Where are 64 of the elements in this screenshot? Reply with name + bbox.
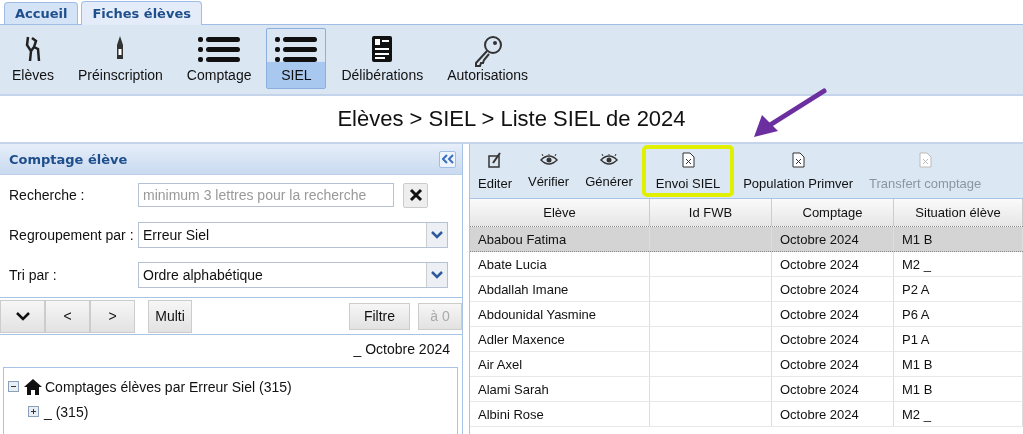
field-label: Recherche : bbox=[9, 187, 86, 203]
table-cell: M2 _ bbox=[902, 256, 931, 272]
tab[interactable]: Accueil bbox=[4, 2, 79, 24]
field-label: Regroupement par : bbox=[9, 227, 135, 243]
ribbon-button[interactable]: Elèves bbox=[3, 28, 64, 89]
column-header[interactable]: Elève bbox=[470, 199, 650, 226]
ribbon-button[interactable]: Préinscription bbox=[69, 28, 172, 89]
tree-item[interactable]: Comptages élèves par Erreur Siel (315) bbox=[45, 378, 292, 395]
table-cell: Ababou Fatima bbox=[478, 231, 567, 247]
table-cell: M1 B bbox=[902, 231, 933, 247]
table-row[interactable]: Ababou Fatima Octobre 2024 M1 B bbox=[470, 227, 1023, 252]
table-row[interactable]: Abdounidal Yasmine Octobre 2024 P6 A bbox=[470, 302, 1023, 327]
toolbar-button[interactable]: Générer bbox=[577, 144, 641, 198]
table-cell: Octobre 2024 bbox=[780, 331, 859, 347]
period-label: _ Octobre 2024 bbox=[353, 341, 450, 357]
ribbon-button[interactable]: Délibérations bbox=[332, 28, 433, 89]
tab[interactable]: Fiches élèves bbox=[81, 1, 202, 25]
panel-title: Comptage élève bbox=[9, 151, 128, 167]
table-row[interactable]: Adler Maxence Octobre 2024 P1 A bbox=[470, 327, 1023, 352]
table-cell: M1 B bbox=[902, 356, 933, 372]
table-cell: Abdounidal Yasmine bbox=[478, 306, 597, 322]
table-cell: Air Axel bbox=[478, 356, 523, 372]
table-cell: Octobre 2024 bbox=[780, 406, 859, 422]
toolbar-button[interactable]: Editer bbox=[470, 144, 520, 198]
toolbar-button[interactable]: Population Primver bbox=[735, 144, 861, 198]
ribbon-button[interactable]: SIEL bbox=[266, 28, 327, 89]
table-cell: Albini Rose bbox=[478, 406, 544, 422]
table-row[interactable]: Albini Rose Octobre 2024 M2 _ bbox=[470, 402, 1023, 427]
table-row[interactable]: Alami Sarah Octobre 2024 M1 B bbox=[470, 377, 1023, 402]
column-header[interactable]: Comptage bbox=[772, 199, 894, 226]
multi-button[interactable]: Multi bbox=[148, 299, 192, 333]
toolbar-button[interactable]: Envoi SIEL bbox=[640, 144, 736, 198]
table-cell: Octobre 2024 bbox=[780, 231, 859, 247]
table-row[interactable]: Air Axel Octobre 2024 M1 B bbox=[470, 352, 1023, 377]
table-cell: Abate Lucia bbox=[478, 256, 547, 272]
field-label: Tri par : bbox=[9, 267, 58, 283]
table-cell: P1 A bbox=[902, 331, 930, 347]
column-header[interactable]: Situation élève bbox=[894, 199, 1023, 226]
nav-button[interactable]: < bbox=[45, 299, 90, 333]
table-cell: Octobre 2024 bbox=[780, 256, 859, 272]
sort-dropdown[interactable]: Ordre alphabétique bbox=[138, 262, 448, 288]
nav-button[interactable]: > bbox=[90, 299, 135, 333]
table-cell: Abdallah Imane bbox=[478, 281, 569, 297]
table-cell: Octobre 2024 bbox=[780, 281, 859, 297]
table-cell: M2 _ bbox=[902, 406, 931, 422]
table-cell: Octobre 2024 bbox=[780, 306, 859, 322]
search-field[interactable]: minimum 3 lettres pour la recherche bbox=[138, 183, 394, 207]
table-row[interactable]: Abdallah Imane Octobre 2024 P2 A bbox=[470, 277, 1023, 302]
tree-item[interactable]: _ (315) bbox=[44, 403, 89, 420]
page-title: Elèves > SIEL > Liste SIEL de 2024 bbox=[337, 106, 686, 132]
ribbon-button[interactable]: Comptage bbox=[177, 28, 261, 89]
filter-button[interactable]: Filtre bbox=[349, 302, 410, 330]
table-cell: Octobre 2024 bbox=[780, 381, 859, 397]
table-row[interactable]: Abate Lucia Octobre 2024 M2 _ bbox=[470, 252, 1023, 277]
table-cell: P6 A bbox=[902, 306, 930, 322]
ribbon-button[interactable]: Autorisations bbox=[438, 28, 538, 89]
table-cell: Alami Sarah bbox=[478, 381, 549, 397]
table-cell: P2 A bbox=[902, 281, 930, 297]
table-cell: Octobre 2024 bbox=[780, 356, 859, 372]
table-cell: Adler Maxence bbox=[478, 331, 565, 347]
table-cell: M1 B bbox=[902, 381, 933, 397]
toolbar-button[interactable]: Vérifier bbox=[519, 144, 578, 198]
column-header[interactable]: Id FWB bbox=[650, 199, 772, 226]
group-by-dropdown[interactable]: Erreur Siel bbox=[138, 222, 448, 248]
